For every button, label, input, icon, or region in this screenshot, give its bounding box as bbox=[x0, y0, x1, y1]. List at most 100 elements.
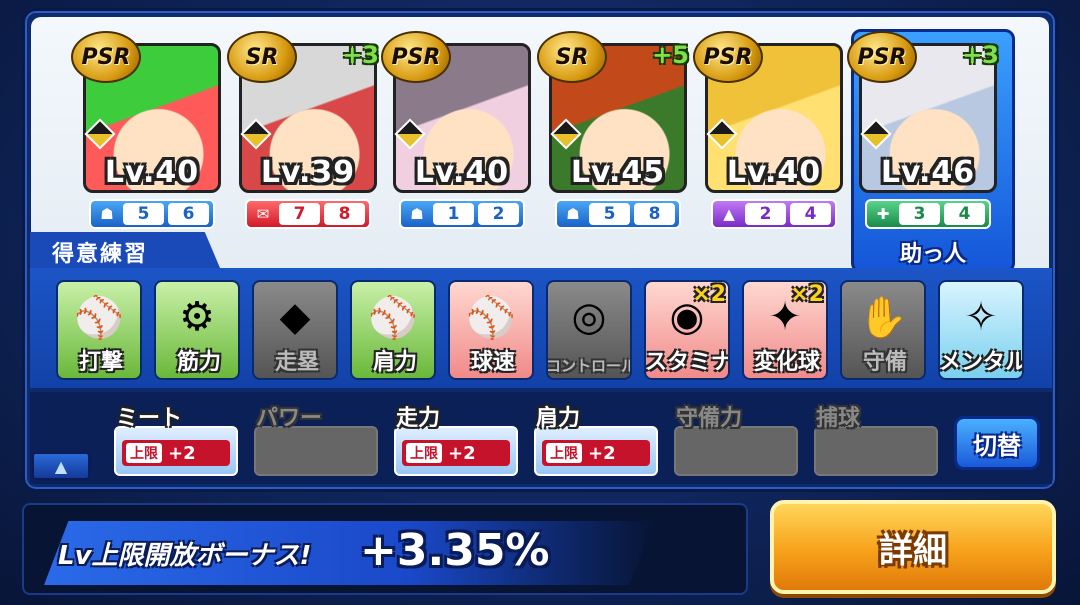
ability-limit-item: パワー bbox=[254, 398, 378, 478]
support-card[interactable]: PSR Lv.40 ☗ 1 2 bbox=[381, 31, 533, 265]
badge-number: 3 bbox=[899, 203, 940, 225]
card-level: Lv.40 bbox=[104, 155, 200, 190]
bat-icon: ⚾ bbox=[74, 294, 124, 341]
ability-name: 肩力 bbox=[536, 406, 581, 431]
support-card[interactable]: PSR Lv.40 ☗ 5 6 bbox=[71, 31, 223, 265]
ability-limit-item: 肩力 上限 +2 bbox=[534, 398, 658, 478]
badge-number: 4 bbox=[944, 203, 985, 225]
practice-label: コントロール bbox=[546, 357, 632, 375]
practice-label: メンタル bbox=[938, 350, 1024, 375]
badge-number: 7 bbox=[279, 203, 320, 225]
rarity-badge: SR bbox=[537, 31, 607, 83]
ability-limit-item: 走力 上限 +2 bbox=[394, 398, 518, 478]
practice-tile[interactable]: ✦ ×2 変化球 bbox=[742, 280, 828, 380]
limit-box bbox=[674, 426, 798, 476]
badge-number: 4 bbox=[790, 203, 831, 225]
collapse-button[interactable]: ▲ bbox=[32, 452, 90, 480]
badge-number: 1 bbox=[433, 203, 474, 225]
bonus-value: +3.35% bbox=[360, 525, 550, 576]
ability-name: 走力 bbox=[396, 406, 441, 431]
card-type-badge: ☗ 1 2 bbox=[399, 199, 525, 229]
badge-number: 8 bbox=[324, 203, 365, 225]
switch-button[interactable]: 切替 bbox=[954, 416, 1040, 470]
practice-tile[interactable]: ◉ ×2 スタミナ bbox=[644, 280, 730, 380]
practice-tile[interactable]: ✧ メンタル bbox=[938, 280, 1024, 380]
target-icon: ◎ bbox=[571, 294, 607, 340]
catcher-mask-icon: ☗ bbox=[566, 205, 580, 223]
practice-tile[interactable]: ⚙ 筋力 bbox=[154, 280, 240, 380]
cap-label: 上限 bbox=[546, 443, 582, 463]
ability-name: パワー bbox=[256, 406, 323, 431]
rarity-badge: PSR bbox=[693, 31, 763, 83]
multiplier-badge: ×2 bbox=[692, 282, 726, 307]
practice-tile[interactable]: ⚾ 打撃 bbox=[56, 280, 142, 380]
rarity-badge: PSR bbox=[381, 31, 451, 83]
gift-icon: ✉ bbox=[256, 205, 270, 223]
rarity-badge: PSR bbox=[847, 31, 917, 83]
card-level: Lv.40 bbox=[414, 155, 510, 190]
tree-icon: ▲ bbox=[723, 205, 735, 223]
card-type-badge: ▲ 2 4 bbox=[711, 199, 837, 229]
practice-label: 守備 bbox=[862, 350, 907, 375]
practice-label: 打撃 bbox=[78, 350, 123, 375]
badge-number: 2 bbox=[745, 203, 786, 225]
limit-box bbox=[814, 426, 938, 476]
card-level: Lv.40 bbox=[726, 155, 822, 190]
card-type-badge: ☗ 5 8 bbox=[555, 199, 681, 229]
practice-label: 球速 bbox=[470, 350, 515, 375]
support-card[interactable]: PSR +3 Lv.46 ✚ 3 4 bbox=[847, 31, 999, 265]
practice-label: スタミナ bbox=[644, 350, 730, 375]
ability-limit-item: ミート 上限 +2 bbox=[114, 398, 238, 478]
badge-number: 5 bbox=[123, 203, 164, 225]
cap-label: 上限 bbox=[126, 443, 162, 463]
card-type-badge: ✚ 3 4 bbox=[865, 199, 991, 229]
support-card[interactable]: PSR Lv.40 ▲ 2 4 bbox=[693, 31, 845, 265]
catcher-mask-icon: ☗ bbox=[100, 205, 114, 223]
card-plus-value: +3 bbox=[962, 41, 999, 69]
practice-label: 筋力 bbox=[176, 350, 221, 375]
fastball-icon: ⚾ bbox=[466, 294, 516, 341]
card-type-badge: ✉ 7 8 bbox=[245, 199, 371, 229]
base-icon: ◆ bbox=[279, 294, 311, 340]
cloud-icon: ✧ bbox=[964, 294, 998, 340]
practice-tile[interactable]: ⚾ 球速 bbox=[448, 280, 534, 380]
throw-arc-icon: ⚾ bbox=[368, 294, 418, 341]
bonus-label: Lv上限開放ボーナス! bbox=[58, 541, 312, 571]
badge-number: 8 bbox=[634, 203, 675, 225]
limit-value: 上限 +2 bbox=[402, 440, 510, 466]
ability-limit-item: 守備力 bbox=[674, 398, 798, 478]
cap-label: 上限 bbox=[406, 443, 442, 463]
badge-number: 6 bbox=[168, 203, 209, 225]
glove-icon: ✚ bbox=[876, 205, 890, 223]
practice-tile[interactable]: ◆ 走塁 bbox=[252, 280, 338, 380]
cap-value: +2 bbox=[448, 442, 476, 464]
glove-icon: ✋ bbox=[858, 294, 908, 341]
practice-tile[interactable]: ◎ コントロール bbox=[546, 280, 632, 380]
limit-value: 上限 +2 bbox=[542, 440, 650, 466]
practice-bar: ⚾ 打撃 ⚙ 筋力 ◆ 走塁 ⚾ 肩力 ⚾ 球速 ◎ コントロール ◉ ×2 ス… bbox=[30, 268, 1052, 388]
limit-bonus-row: ▲ ミート 上限 +2 パワー 走力 上限 +2 肩力 上限 +2 守備力 捕球 bbox=[30, 392, 1052, 484]
ability-name: 捕球 bbox=[816, 406, 861, 431]
practice-label: 変化球 bbox=[753, 350, 820, 375]
card-level: Lv.45 bbox=[570, 155, 666, 190]
card-type-badge: ☗ 5 6 bbox=[89, 199, 215, 229]
cap-value: +2 bbox=[588, 442, 616, 464]
detail-button[interactable]: 詳細 bbox=[770, 500, 1056, 594]
rarity-badge: SR bbox=[227, 31, 297, 83]
badge-number: 2 bbox=[478, 203, 519, 225]
rarity-badge: PSR bbox=[71, 31, 141, 83]
card-plus-value: +5 bbox=[652, 41, 689, 69]
limit-box bbox=[254, 426, 378, 476]
card-plus-value: +3 bbox=[342, 41, 379, 69]
card-level: Lv.39 bbox=[260, 155, 356, 190]
practice-tile[interactable]: ✋ 守備 bbox=[840, 280, 926, 380]
support-card[interactable]: SR +5 Lv.45 ☗ 5 8 bbox=[537, 31, 689, 265]
ability-limit-item: 捕球 bbox=[814, 398, 938, 478]
support-card[interactable]: SR +3 Lv.39 ✉ 7 8 bbox=[227, 31, 379, 265]
cap-value: +2 bbox=[168, 442, 196, 464]
catcher-mask-icon: ☗ bbox=[410, 205, 424, 223]
practice-tile[interactable]: ⚾ 肩力 bbox=[350, 280, 436, 380]
ability-name: 守備力 bbox=[676, 406, 743, 431]
limit-value: 上限 +2 bbox=[122, 440, 230, 466]
deck-screen: 助っ人 PSR Lv.40 ☗ 5 6 SR +3 Lv.39 ✉ 7 8 PS… bbox=[0, 0, 1080, 605]
